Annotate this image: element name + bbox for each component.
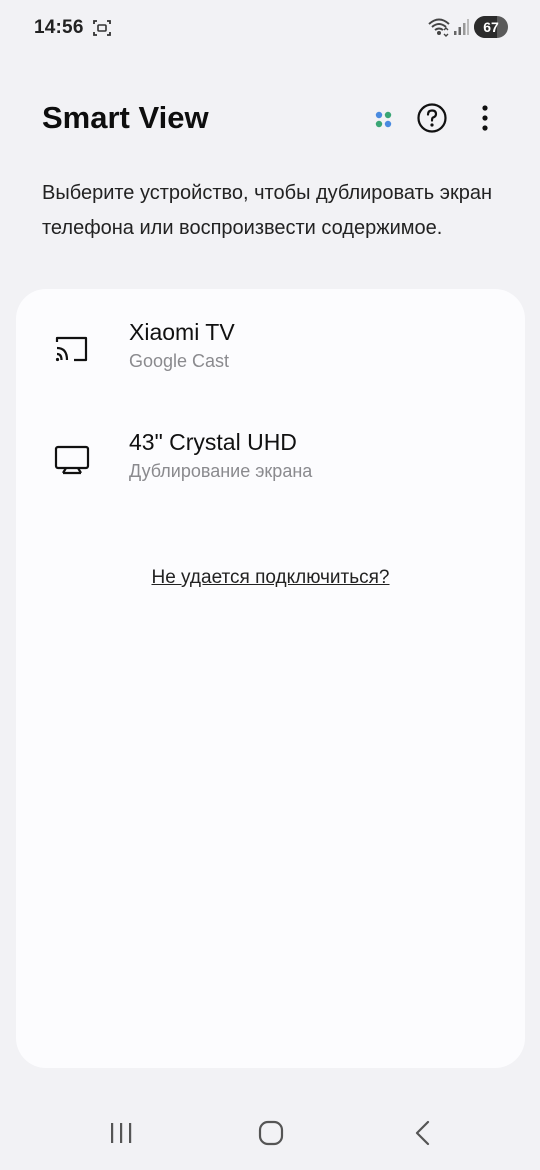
device-name: Xiaomi TV (129, 319, 235, 345)
device-list-card: Xiaomi TV Google Cast 43" Crystal UHD Ду… (16, 289, 525, 1068)
screenshot-icon (93, 20, 111, 36)
back-icon[interactable] (412, 1120, 434, 1146)
wifi-icon (428, 18, 450, 37)
dots-icon[interactable] (374, 110, 394, 130)
device-item[interactable]: 43" Crystal UHD Дублирование экрана (16, 419, 525, 519)
description-text: Выберите устройство, чтобы дублировать э… (42, 182, 492, 239)
dot (384, 111, 392, 119)
device-name: 43" Crystal UHD (129, 429, 297, 455)
home-icon[interactable] (258, 1120, 284, 1146)
tv-icon (54, 445, 90, 475)
device-subtitle: Дублирование экрана (129, 461, 313, 481)
battery-icon: 67 (474, 16, 508, 38)
device-subtitle: Google Cast (129, 351, 230, 371)
dot (375, 120, 383, 128)
signal-icon (454, 19, 469, 35)
dot (384, 120, 392, 128)
smart-view-screen: 14:56 67 Smart View Выберите устройство,… (0, 0, 540, 1170)
status-bar: 14:56 67 (0, 0, 540, 56)
recent-apps-icon[interactable] (108, 1120, 134, 1146)
dot (375, 111, 383, 119)
help-icon[interactable] (416, 102, 448, 134)
status-time: 14:56 (34, 17, 84, 38)
battery-percent: 67 (483, 19, 499, 35)
device-item[interactable]: Xiaomi TV Google Cast (16, 309, 525, 409)
cast-icon (55, 336, 88, 362)
more-icon[interactable] (474, 102, 496, 134)
cant-connect-link[interactable]: Не удается подключиться? (16, 567, 525, 589)
page-title: Smart View (42, 100, 209, 135)
navigation-bar (0, 1104, 540, 1164)
